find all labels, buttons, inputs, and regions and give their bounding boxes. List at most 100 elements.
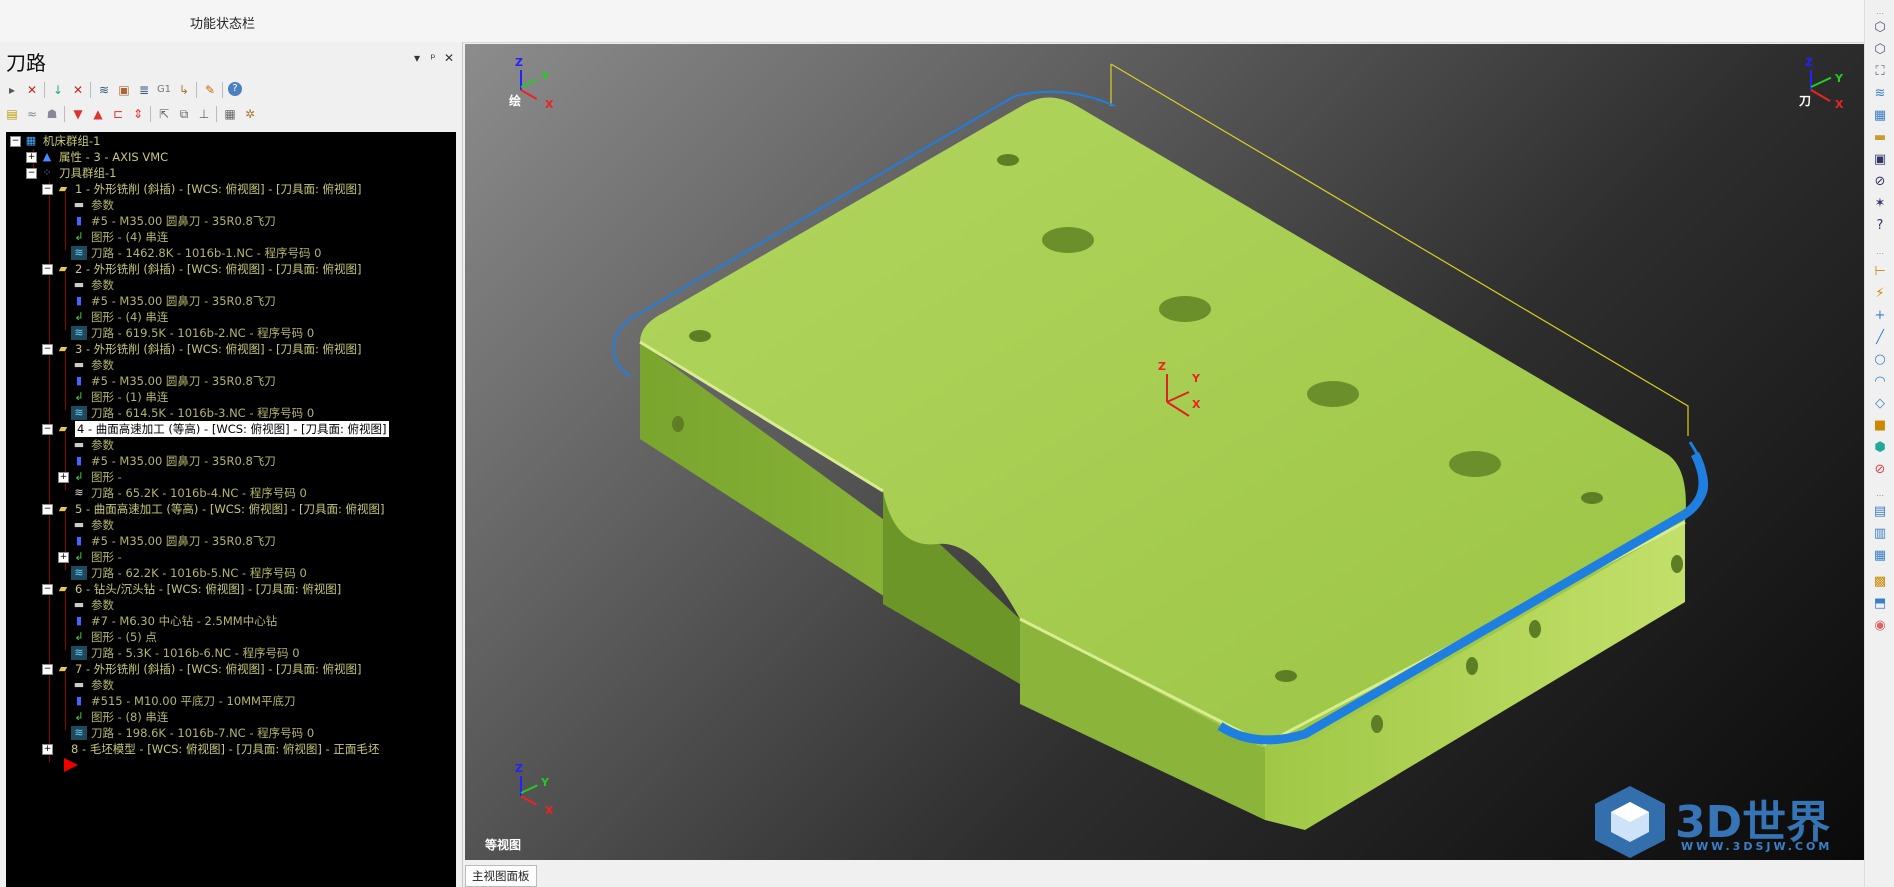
move-up-icon[interactable]: ▲	[90, 106, 106, 122]
tree-item-params[interactable]: ▬ 参数	[71, 357, 114, 373]
tree-item-geometry[interactable]: ↲ 图形 - (1) 串连	[71, 389, 168, 405]
line-icon[interactable]: ╱	[1872, 330, 1888, 346]
mill-icon[interactable]: ▤	[1872, 504, 1888, 520]
tree-item-toolpath[interactable]: ≋ 刀路 - 619.5K - 1016b-2.NC - 程序号码 0	[71, 325, 314, 341]
tree-item-geometry[interactable]: ↲ 图形 -	[71, 469, 121, 485]
tree-item-params[interactable]: ▬ 参数	[71, 197, 114, 213]
tree-item-params[interactable]: ▬ 参数	[71, 517, 114, 533]
open-folder-icon[interactable]: ▬	[1872, 130, 1888, 146]
collapse-toggle[interactable]: −	[42, 424, 53, 435]
collapse-toggle[interactable]: −	[42, 664, 53, 675]
regenerate-dirty-icon[interactable]: ▣	[116, 82, 132, 98]
insert-arrow-marker-icon[interactable]	[64, 758, 78, 772]
tree-item-geometry[interactable]: ↲ 图形 - (5) 点	[71, 629, 157, 645]
tree-item-toolpath[interactable]: ≋ 刀路 - 1462.8K - 1016b-1.NC - 程序号码 0	[71, 245, 321, 261]
collapse-toggle[interactable]: −	[42, 264, 53, 275]
simulate-icon[interactable]: ≣	[136, 82, 152, 98]
deselect-icon[interactable]: ✕	[24, 82, 40, 98]
settings-gear-icon[interactable]: ✲	[242, 106, 258, 122]
tree-item-properties[interactable]: ▲ 属性 - 3 - AXIS VMC	[39, 149, 168, 165]
tree-item-params[interactable]: ▬ 参数	[71, 277, 114, 293]
help-cursor-icon[interactable]: ?	[1872, 218, 1888, 234]
surface-icon[interactable]: ◇	[1872, 396, 1888, 412]
tree-item-toolpath[interactable]: ≋ 刀路 - 62.2K - 1016b-5.NC - 程序号码 0	[71, 565, 307, 581]
copy-icon[interactable]: ⧉	[176, 106, 192, 122]
tree-operation-3[interactable]: ▰ 3 - 外形铣削 (斜插) - [WCS: 俯视图] - [刀具面: 俯视图]	[55, 341, 362, 357]
solid-icon[interactable]: ■	[1872, 418, 1888, 434]
tree-item-tool[interactable]: ▮ #5 - M35.00 圆鼻刀 - 35R0.8飞刀	[71, 213, 276, 229]
tree-operation-2[interactable]: ▰ 2 - 外形铣削 (斜插) - [WCS: 俯视图] - [刀具面: 俯视图]	[55, 261, 362, 277]
tree-item-geometry[interactable]: ↲ 图形 - (4) 串连	[71, 229, 168, 245]
tree-operation-4-selected[interactable]: ▰ 4 - 曲面高速加工 (等高) - [WCS: 俯视图] - [刀具面: 俯视…	[55, 421, 389, 437]
wand-icon[interactable]: ✶	[1872, 196, 1888, 212]
tree-operation-7[interactable]: ▰ 7 - 外形铣削 (斜插) - [WCS: 俯视图] - [刀具面: 俯视图]	[55, 661, 362, 677]
select-failed-icon[interactable]: ↓	[50, 82, 66, 98]
display-options-icon[interactable]: ▦	[222, 106, 238, 122]
tree-operation-6[interactable]: ▰ 6 - 钻头/沉头钻 - [WCS: 俯视图] - [刀具面: 俯视图]	[55, 581, 342, 597]
tab-main-view-panel[interactable]: 主视图面板	[465, 865, 537, 887]
tree-item-tool[interactable]: ▮ #5 - M35.00 圆鼻刀 - 35R0.8飞刀	[71, 533, 276, 549]
tree-item-toolpath[interactable]: ≋ 刀路 - 65.2K - 1016b-4.NC - 程序号码 0	[71, 485, 306, 501]
tree-item-geometry[interactable]: ↲ 图形 - (4) 串连	[71, 309, 168, 325]
tree-item-geometry[interactable]: ↲ 图形 -	[71, 549, 121, 565]
select-all-icon[interactable]: ▸	[4, 82, 20, 98]
stock-icon[interactable]: ⬒	[1872, 596, 1888, 612]
panel-close-button[interactable]: ✕	[442, 51, 456, 65]
expand-toggle[interactable]: +	[26, 152, 37, 163]
panel-dropdown-button[interactable]: ▾	[410, 51, 424, 65]
drill-icon[interactable]: ▩	[1872, 574, 1888, 590]
delete-icon[interactable]: ⊘	[1872, 462, 1888, 478]
collapse-toggle[interactable]: −	[10, 136, 21, 147]
expand-toggle[interactable]: +	[42, 744, 53, 755]
circle-icon[interactable]: ○	[1872, 352, 1888, 368]
move-down-icon[interactable]: ▼	[70, 106, 86, 122]
g1-icon[interactable]: G1	[156, 82, 172, 98]
tree-item-tool[interactable]: ▮ #5 - M35.00 圆鼻刀 - 35R0.8飞刀	[71, 453, 276, 469]
graphics-viewport[interactable]: Z Y X 绘 Z Y X 刀 Z Y X Z Y X 等视图 3D世界 WWW…	[465, 44, 1864, 860]
dimension-icon[interactable]: ⊢	[1872, 264, 1888, 280]
collapse-toggle[interactable]: −	[26, 168, 37, 179]
analyze-icon[interactable]: ⚡	[1872, 286, 1888, 302]
tree-operation-1[interactable]: ▰ 1 - 外形铣削 (斜插) - [WCS: 俯视图] - [刀具面: 俯视图]	[55, 181, 362, 197]
toggle-toolpath-icon[interactable]: ≈	[24, 106, 40, 122]
verify-icon[interactable]: ◉	[1872, 618, 1888, 634]
select-op-icon[interactable]: ⇱	[156, 106, 172, 122]
help-icon[interactable]: ?	[228, 82, 242, 96]
collapse-toggle[interactable]: −	[42, 584, 53, 595]
tree-operation-8[interactable]: 8 - 毛坯模型 - [WCS: 俯视图] - [刀具面: 俯视图] - 正面毛…	[71, 741, 379, 757]
tree-item-toolpath[interactable]: ≋ 刀路 - 614.5K - 1016b-3.NC - 程序号码 0	[71, 405, 314, 421]
expand-toggle[interactable]: +	[58, 552, 69, 563]
tree-item-toolpath[interactable]: ≋ 刀路 - 198.6K - 1016b-7.NC - 程序号码 0	[71, 725, 314, 741]
fit-icon[interactable]: ⛶	[1872, 64, 1888, 80]
grid-icon[interactable]: ▦	[1872, 108, 1888, 124]
tree-item-tool[interactable]: ▮ #7 - M6.30 中心钻 - 2.5MM中心钻	[71, 613, 277, 629]
tree-item-tool[interactable]: ▮ #515 - M10.00 平底刀 - 10MM平底刀	[71, 693, 296, 709]
view-cube-icon[interactable]: ⬡	[1872, 20, 1888, 36]
delete-failed-icon[interactable]: ✕	[70, 82, 86, 98]
tree-item-params[interactable]: ▬ 参数	[71, 597, 114, 613]
tree-root-machine-group[interactable]: ▦ 机床群组-1	[23, 133, 101, 149]
collapse-toggle[interactable]: −	[42, 504, 53, 515]
lock-icon[interactable]: ▤	[4, 106, 20, 122]
tree-item-params[interactable]: ▬ 参数	[71, 677, 114, 693]
post-process-icon[interactable]: ↳	[176, 82, 192, 98]
view-iso-icon[interactable]: ⬡	[1872, 42, 1888, 58]
panel-pin-button[interactable]: ᵖ	[426, 51, 440, 65]
ghost-icon[interactable]: ☗	[44, 106, 60, 122]
tree-item-tool[interactable]: ▮ #5 - M35.00 圆鼻刀 - 35R0.8飞刀	[71, 373, 276, 389]
tree-item-tool[interactable]: ▮ #5 - M35.00 圆鼻刀 - 35R0.8飞刀	[71, 293, 276, 309]
stack-icon[interactable]: ⊥	[196, 106, 212, 122]
layers-icon[interactable]: ≋	[1872, 86, 1888, 102]
scroll-arrows-icon[interactable]: ⇕	[130, 106, 146, 122]
insert-arrow-icon[interactable]: ⊏	[110, 106, 126, 122]
arc-icon[interactable]: ◠	[1872, 374, 1888, 390]
collapse-toggle[interactable]: −	[42, 344, 53, 355]
regenerate-all-icon[interactable]: ≋	[96, 82, 112, 98]
tree-item-geometry[interactable]: ↲ 图形 - (8) 串连	[71, 709, 168, 725]
tree-item-params[interactable]: ▬ 参数	[71, 437, 114, 453]
expand-toggle[interactable]: +	[58, 472, 69, 483]
collapse-toggle[interactable]: −	[42, 184, 53, 195]
point-icon[interactable]: +	[1872, 308, 1888, 324]
save-icon[interactable]: ▣	[1872, 152, 1888, 168]
contour-icon[interactable]: ▥	[1872, 526, 1888, 542]
